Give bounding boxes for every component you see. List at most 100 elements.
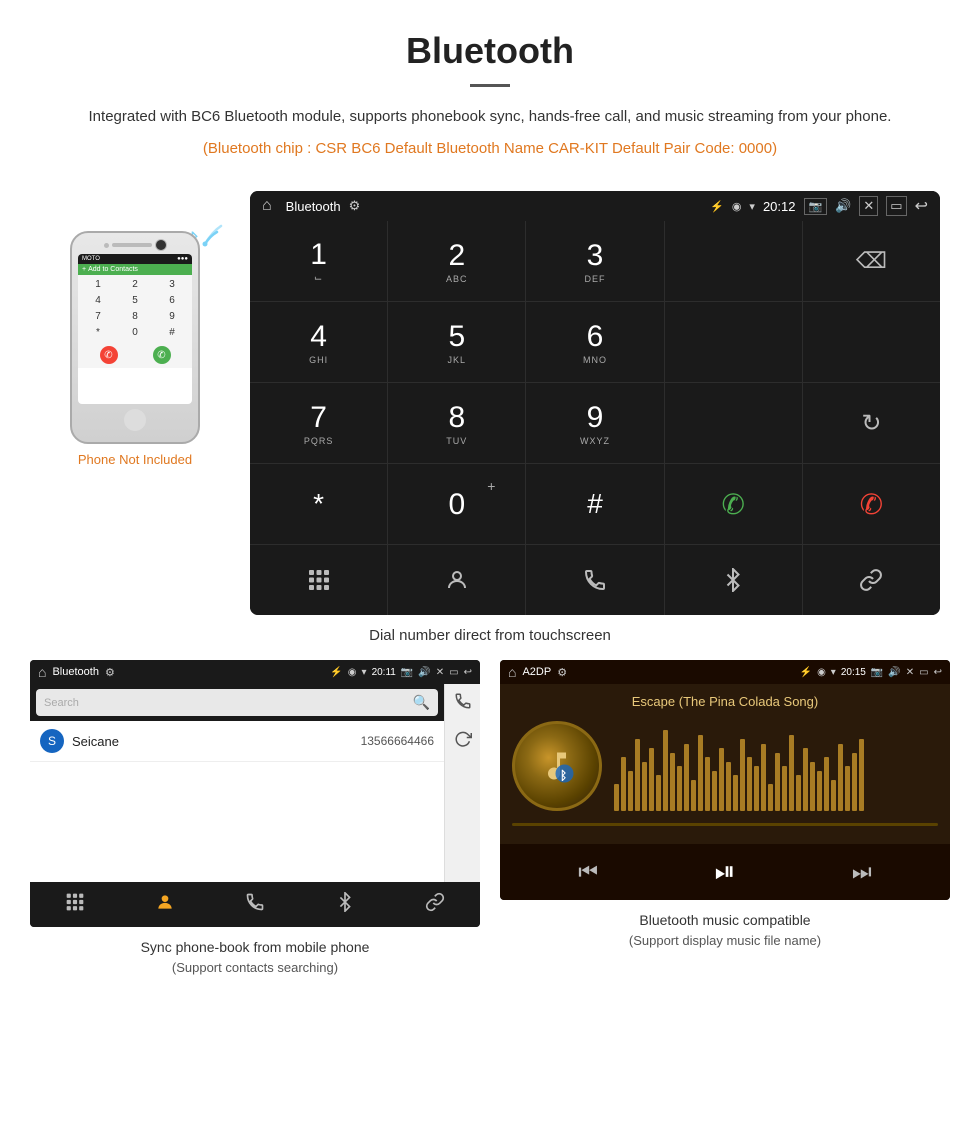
usb-icon: ⚙ bbox=[349, 198, 361, 214]
close-icon[interactable]: ✕ bbox=[859, 196, 878, 216]
status-right: ⚡ ◉ ▾ 20:12 📷 🔊 ✕ ▭ ↩ bbox=[710, 196, 928, 216]
key-8[interactable]: 8 TUV bbox=[388, 383, 526, 463]
dialer-screen: ⌂ Bluetooth ⚙ ⚡ ◉ ▾ 20:12 📷 🔊 ✕ ▭ ↩ 1 bbox=[250, 191, 940, 615]
contacts-bt-icon: ⚡ bbox=[330, 667, 342, 678]
contacts-back-icon[interactable]: ↩ bbox=[464, 667, 472, 678]
contacts-screenshot: ⌂ Bluetooth ⚙ ⚡ ◉ ▾ 20:11 📷 🔊 ✕ ▭ ↩ bbox=[30, 660, 480, 927]
bottom-keypad-icon[interactable] bbox=[250, 545, 388, 615]
page-specs: (Bluetooth chip : CSR BC6 Default Blueto… bbox=[60, 137, 920, 161]
contacts-signal-icon: ▾ bbox=[362, 667, 367, 678]
music-vol-icon[interactable]: 🔊 bbox=[888, 667, 900, 678]
music-location-icon: ◉ bbox=[817, 667, 826, 678]
key-star[interactable]: * bbox=[250, 464, 388, 544]
key-refresh[interactable]: ↻ bbox=[803, 383, 940, 463]
contacts-close-icon[interactable]: ✕ bbox=[436, 667, 444, 678]
key-5[interactable]: 5 JKL bbox=[388, 302, 526, 382]
contacts-screenshot-block: ⌂ Bluetooth ⚙ ⚡ ◉ ▾ 20:11 📷 🔊 ✕ ▭ ↩ bbox=[30, 660, 480, 982]
contacts-location-icon: ◉ bbox=[348, 667, 357, 678]
contacts-camera-icon[interactable]: 📷 bbox=[401, 667, 413, 678]
dialer-status-bar: ⌂ Bluetooth ⚙ ⚡ ◉ ▾ 20:12 📷 🔊 ✕ ▭ ↩ bbox=[250, 191, 940, 221]
status-left: ⌂ Bluetooth ⚙ bbox=[262, 197, 360, 215]
key-3[interactable]: 3 DEF bbox=[526, 221, 664, 301]
phone-screen: MOTO●●● +Add to Contacts 1 2 3 4 5 6 7 bbox=[78, 254, 192, 404]
bottom-screenshots: ⌂ Bluetooth ⚙ ⚡ ◉ ▾ 20:11 📷 🔊 ✕ ▭ ↩ bbox=[0, 660, 980, 1002]
contacts-screen-icon[interactable]: ▭ bbox=[449, 667, 458, 678]
music-usb-icon: ⚙ bbox=[557, 666, 567, 679]
key-call-green[interactable]: ✆ bbox=[665, 464, 803, 544]
screen-icon[interactable]: ▭ bbox=[886, 196, 906, 216]
home-icon[interactable]: ⌂ bbox=[262, 197, 272, 215]
music-next[interactable]: ⏭ bbox=[852, 859, 872, 885]
music-time: 20:15 bbox=[841, 667, 866, 678]
music-prev[interactable]: ⏮ bbox=[578, 859, 598, 885]
bottom-contacts-icon[interactable] bbox=[388, 545, 526, 615]
music-back-icon[interactable]: ↩ bbox=[934, 667, 942, 678]
contacts-status-title: Bluetooth bbox=[52, 666, 98, 678]
contact-name[interactable]: Seicane bbox=[72, 734, 353, 749]
music-signal-icon: ▾ bbox=[831, 667, 836, 678]
back-icon[interactable]: ↩ bbox=[915, 196, 928, 216]
svg-text:ᛒ: ᛒ bbox=[560, 769, 567, 783]
contacts-time: 20:11 bbox=[372, 667, 396, 678]
volume-icon[interactable]: 🔊 bbox=[835, 198, 851, 214]
music-bars bbox=[614, 721, 938, 811]
contacts-bottom-person[interactable] bbox=[155, 892, 175, 917]
key-hash[interactable]: # bbox=[526, 464, 664, 544]
location-icon: ◉ bbox=[732, 200, 742, 213]
music-close-icon[interactable]: ✕ bbox=[906, 667, 914, 678]
bottom-bluetooth-icon[interactable] bbox=[665, 545, 803, 615]
camera-icon[interactable]: 📷 bbox=[804, 198, 828, 215]
key-empty-1 bbox=[665, 221, 803, 301]
bottom-phone-icon[interactable] bbox=[526, 545, 664, 615]
key-backspace[interactable]: ⌫ bbox=[803, 221, 940, 301]
music-screenshot-block: ⌂ A2DP ⚙ ⚡ ◉ ▾ 20:15 📷 🔊 ✕ ▭ ↩ E bbox=[500, 660, 950, 982]
dialer-row-4: * 0 + # ✆ ✆ bbox=[250, 464, 940, 544]
contacts-bottom-phone[interactable] bbox=[245, 892, 265, 917]
dialer-row-2: 4 GHI 5 JKL 6 MNO bbox=[250, 302, 940, 383]
key-6[interactable]: 6 MNO bbox=[526, 302, 664, 382]
key-empty-4 bbox=[665, 383, 803, 463]
key-9[interactable]: 9 WXYZ bbox=[526, 383, 664, 463]
dialer-bottom-bar bbox=[250, 544, 940, 615]
status-title: Bluetooth bbox=[286, 199, 341, 214]
right-refresh-icon[interactable] bbox=[454, 730, 472, 748]
page-title: Bluetooth bbox=[60, 30, 920, 72]
music-home-icon[interactable]: ⌂ bbox=[508, 664, 516, 680]
key-4[interactable]: 4 GHI bbox=[250, 302, 388, 382]
header-divider bbox=[470, 84, 510, 87]
bt-icon: ⚡ bbox=[710, 200, 724, 213]
contacts-vol-icon[interactable]: 🔊 bbox=[418, 667, 430, 678]
dial-caption: Dial number direct from touchscreen bbox=[0, 615, 980, 660]
music-status-title: A2DP bbox=[522, 666, 551, 678]
music-note-icon: ᛒ bbox=[539, 748, 575, 784]
phone-body: MOTO●●● +Add to Contacts 1 2 3 4 5 6 7 bbox=[70, 231, 200, 444]
header-section: Bluetooth Integrated with BC6 Bluetooth … bbox=[0, 0, 980, 181]
album-art: ᛒ bbox=[512, 721, 602, 811]
contacts-home-icon[interactable]: ⌂ bbox=[38, 664, 46, 680]
music-camera-icon[interactable]: 📷 bbox=[871, 667, 883, 678]
music-bt-icon: ⚡ bbox=[800, 667, 812, 678]
contacts-status-bar: ⌂ Bluetooth ⚙ ⚡ ◉ ▾ 20:11 📷 🔊 ✕ ▭ ↩ bbox=[30, 660, 480, 684]
bottom-link-icon[interactable] bbox=[803, 545, 940, 615]
search-icon[interactable]: 🔍 bbox=[413, 694, 430, 711]
key-2[interactable]: 2 ABC bbox=[388, 221, 526, 301]
key-7[interactable]: 7 PQRS bbox=[250, 383, 388, 463]
key-0[interactable]: 0 + bbox=[388, 464, 526, 544]
music-play-pause[interactable]: ⏯ bbox=[715, 856, 736, 888]
right-phone-icon[interactable] bbox=[454, 692, 472, 710]
contact-phone: 13566664466 bbox=[361, 734, 434, 748]
key-1[interactable]: 1 ⌙ bbox=[250, 221, 388, 301]
phone-not-label: Phone Not Included bbox=[78, 452, 192, 467]
contacts-bottom-keypad[interactable] bbox=[65, 892, 85, 917]
page-description: Integrated with BC6 Bluetooth module, su… bbox=[60, 105, 920, 129]
contacts-bottom-bt[interactable] bbox=[335, 892, 355, 917]
main-content: ᛒ MOTO●●● +Add to Contacts bbox=[0, 181, 980, 615]
contacts-bottom-link[interactable] bbox=[425, 892, 445, 917]
music-caption: Bluetooth music compatible (Support disp… bbox=[629, 900, 821, 955]
music-status-bar: ⌂ A2DP ⚙ ⚡ ◉ ▾ 20:15 📷 🔊 ✕ ▭ ↩ bbox=[500, 660, 950, 684]
signal-icon: ▾ bbox=[749, 200, 755, 213]
music-screen-icon[interactable]: ▭ bbox=[919, 667, 928, 678]
key-call-red[interactable]: ✆ bbox=[803, 464, 940, 544]
search-placeholder[interactable]: Search bbox=[44, 697, 79, 709]
phone-not-included: Phone Not Included bbox=[78, 452, 192, 467]
